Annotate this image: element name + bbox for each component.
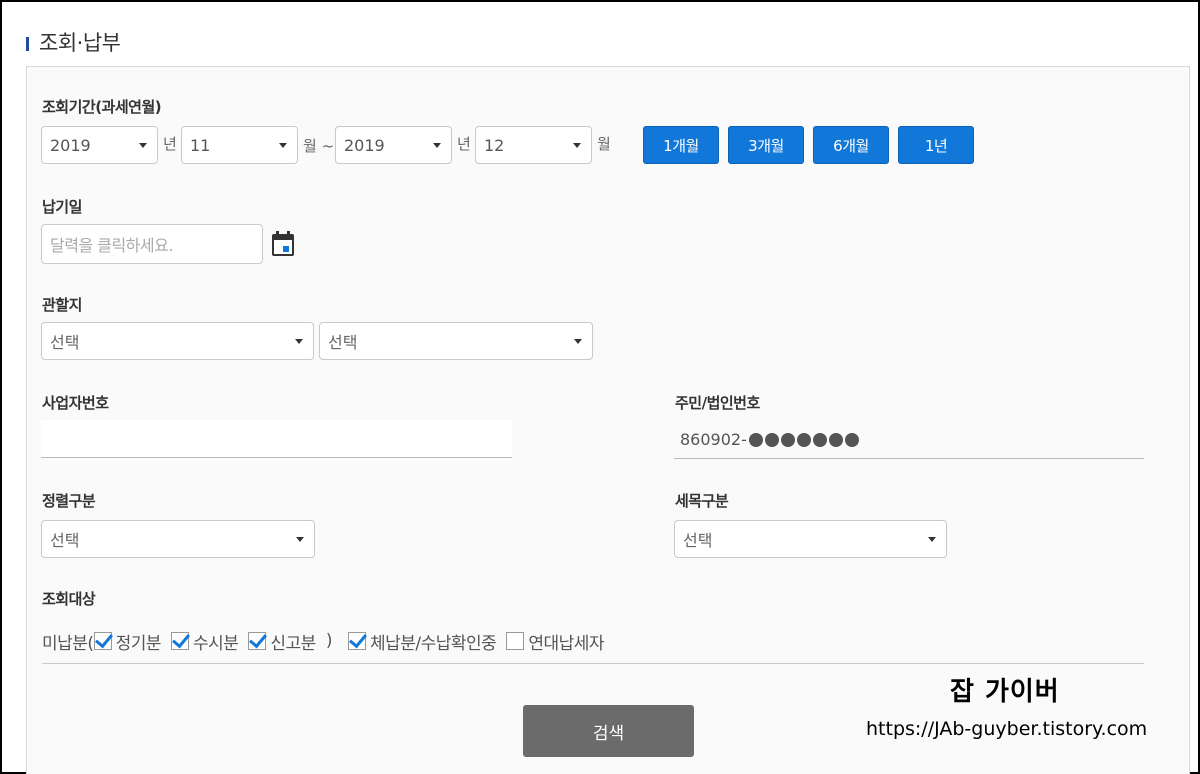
section-header: 조회·납부 bbox=[26, 30, 121, 55]
tax-item-select[interactable]: 선택 bbox=[674, 520, 947, 558]
resident-number-input[interactable]: 860902- bbox=[674, 421, 1144, 459]
period-1-year-button[interactable]: 1년 bbox=[898, 126, 974, 164]
masked-digit-dot bbox=[844, 432, 859, 447]
checkbox-joint-taxpayer[interactable]: 연대납세자 bbox=[506, 629, 605, 654]
masked-digit-dot bbox=[796, 432, 811, 447]
checkbox-declared[interactable]: 신고분 bbox=[248, 629, 316, 654]
checkbox-joint-taxpayer-label: 연대납세자 bbox=[528, 633, 605, 654]
chevron-down-icon bbox=[928, 536, 936, 542]
chevron-down-icon bbox=[433, 142, 441, 148]
jurisdiction-select-1-value: 선택 bbox=[50, 333, 80, 352]
sort-select-value: 선택 bbox=[50, 531, 80, 550]
calendar-icon[interactable] bbox=[271, 231, 295, 257]
period-1-month-button[interactable]: 1개월 bbox=[643, 126, 719, 164]
checkbox-regular-label: 정기분 bbox=[115, 633, 162, 654]
watermark-name: 잡 가이버 bbox=[950, 677, 1060, 707]
section-title: 조회·납부 bbox=[39, 31, 121, 55]
chevron-down-icon bbox=[573, 142, 581, 148]
unpaid-close-paren: ) bbox=[325, 631, 333, 651]
to-month-value: 12 bbox=[484, 135, 505, 155]
jurisdiction-select-1[interactable]: 선택 bbox=[41, 322, 314, 360]
due-date-label: 납기일 bbox=[42, 198, 82, 216]
unpaid-prefix: 미납분( bbox=[42, 633, 94, 654]
checkbox-occasional[interactable]: 수시분 bbox=[170, 629, 239, 654]
checkbox-checked-icon[interactable] bbox=[170, 632, 189, 650]
chevron-down-icon bbox=[139, 142, 147, 148]
checkbox-unchecked-icon[interactable] bbox=[506, 632, 525, 650]
checkbox-arrears-label: 체납분/수납확인중 bbox=[369, 633, 497, 654]
target-label: 조회대상 bbox=[42, 590, 96, 608]
checkbox-declared-label: 신고분 bbox=[270, 633, 316, 654]
section-bar-marker bbox=[26, 37, 29, 51]
search-button[interactable]: 검색 bbox=[523, 705, 694, 757]
masked-digit-dot bbox=[812, 432, 827, 447]
sort-select[interactable]: 선택 bbox=[41, 520, 315, 558]
checkbox-occasional-label: 수시분 bbox=[192, 633, 239, 654]
chevron-down-icon bbox=[296, 536, 304, 542]
checkbox-arrears[interactable]: 체납분/수납확인중 bbox=[347, 629, 497, 654]
business-number-label: 사업자번호 bbox=[42, 394, 109, 412]
checkbox-regular[interactable]: 정기분 bbox=[93, 629, 162, 654]
tax-item-label: 세목구분 bbox=[675, 492, 729, 510]
chevron-down-icon bbox=[574, 338, 582, 344]
masked-digit-dot bbox=[764, 432, 779, 447]
from-year-value: 2019 bbox=[50, 135, 91, 155]
sort-label: 정렬구분 bbox=[42, 492, 96, 510]
masked-digit-dot bbox=[748, 432, 763, 447]
period-6-month-button[interactable]: 6개월 bbox=[813, 126, 889, 164]
to-year-select[interactable]: 2019 bbox=[335, 126, 452, 164]
jurisdiction-select-2[interactable]: 선택 bbox=[319, 322, 593, 360]
from-year-select[interactable]: 2019 bbox=[41, 126, 158, 164]
chevron-down-icon bbox=[295, 338, 303, 344]
jurisdiction-label: 관할지 bbox=[42, 296, 82, 314]
due-date-placeholder: 달력을 클릭하세요. bbox=[50, 236, 173, 255]
from-year-unit: 년 bbox=[163, 135, 177, 153]
from-month-value: 11 bbox=[190, 135, 211, 155]
masked-digit-dot bbox=[780, 432, 795, 447]
resident-number-mask bbox=[748, 432, 861, 447]
period-label: 조회기간(과세연월) bbox=[42, 98, 162, 116]
to-month-unit: 월 bbox=[597, 135, 611, 153]
checkbox-checked-icon[interactable] bbox=[93, 632, 112, 650]
period-3-month-button[interactable]: 3개월 bbox=[728, 126, 804, 164]
due-date-input[interactable]: 달력을 클릭하세요. bbox=[41, 224, 263, 264]
chevron-down-icon bbox=[279, 142, 287, 148]
checkbox-checked-icon[interactable] bbox=[347, 632, 366, 650]
business-number-input[interactable] bbox=[41, 420, 512, 458]
resident-number-label: 주민/법인번호 bbox=[675, 394, 760, 412]
form-divider bbox=[42, 663, 1144, 664]
to-month-select[interactable]: 12 bbox=[475, 126, 592, 164]
to-year-value: 2019 bbox=[344, 135, 385, 155]
tax-item-select-value: 선택 bbox=[683, 531, 713, 550]
watermark-url: https://JAb-guyber.tistory.com bbox=[866, 718, 1148, 740]
checkbox-checked-icon[interactable] bbox=[248, 632, 267, 650]
resident-number-value: 860902- bbox=[680, 430, 747, 449]
jurisdiction-select-2-value: 선택 bbox=[328, 333, 358, 352]
masked-digit-dot bbox=[828, 432, 843, 447]
to-year-unit: 년 bbox=[457, 135, 471, 153]
from-month-select[interactable]: 11 bbox=[181, 126, 298, 164]
from-month-unit: 월 ~ bbox=[303, 137, 335, 155]
target-checkbox-row: 미납분( 정기분 수시분 신고분 ) 체납분/수납확인중 연대납세자 bbox=[42, 628, 614, 654]
